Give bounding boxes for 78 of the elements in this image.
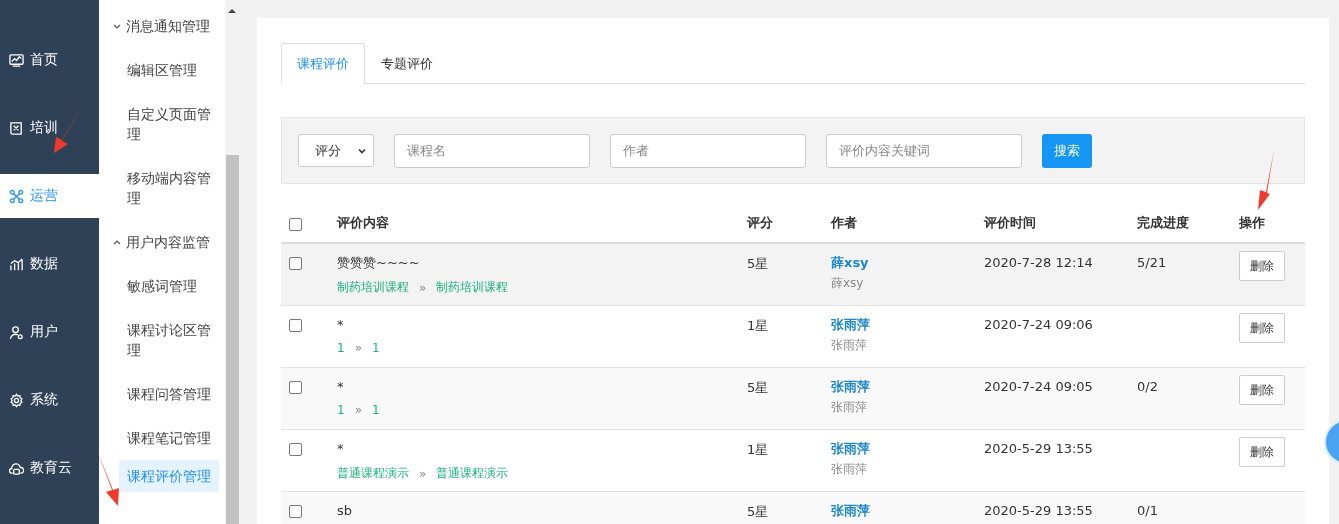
review-time: 2020-7-28 12:14 [984,255,1093,270]
chart-icon [9,256,24,272]
delete-button[interactable]: 删除 [1239,437,1285,467]
delete-button[interactable]: 删除 [1239,251,1285,281]
author-field[interactable]: 作者 [610,133,806,168]
author-name: 张雨萍 [831,337,868,354]
column-header: 评价时间 [984,215,1036,230]
nav-item[interactable]: 运营 [0,174,99,218]
column-header: 评价内容 [337,215,389,230]
rating-text: 5星 [747,256,769,271]
user-icon [9,324,24,340]
nav-item[interactable]: 系统 [0,378,99,422]
nav-item[interactable]: 首页 [0,38,99,82]
submenu-item[interactable]: 课程问答管理 [99,372,225,416]
monitor-icon [9,52,24,68]
author-link[interactable]: 张雨萍 [831,317,870,333]
row-checkbox[interactable] [289,505,302,518]
row-checkbox[interactable] [289,319,302,332]
scrollbar-thumb[interactable] [226,155,239,524]
keyword-field[interactable]: 评价内容关键词 [826,133,1022,168]
author-link[interactable]: 张雨萍 [831,441,870,457]
column-header: 操作 [1239,215,1265,230]
author-name: 薛xsy [831,275,865,292]
delete-button[interactable]: 删除 [1239,313,1285,343]
submenu-item[interactable]: 课程讨论区管理 [99,308,225,372]
breadcrumb-separator: » [419,280,427,295]
submenu-group[interactable]: 用户内容监管 [99,220,225,264]
breadcrumb-separator: » [419,466,427,481]
nav-item[interactable]: 教育云 [0,446,99,490]
rating-text: 5星 [747,380,769,395]
submenu-item[interactable]: 自定义页面管理 [99,92,225,156]
nav-item[interactable]: 培训 [0,106,99,150]
submenu-group[interactable]: 消息通知管理 [99,4,225,48]
breadcrumb-separator: » [354,403,362,417]
review-time: 2020-5-29 13:55 [984,503,1093,518]
progress-text: 0/2 [1137,379,1158,394]
progress-text: 5/21 [1137,255,1167,270]
review-time: 2020-7-24 09:06 [984,317,1093,332]
nav-item[interactable]: 数据 [0,242,99,286]
author-link[interactable]: 张雨萍 [831,379,870,395]
author-name: 张雨萍 [831,461,868,478]
submenu-item[interactable]: 移动端内容管理 [99,156,225,220]
scroll-up-icon[interactable] [228,8,236,14]
select-all-checkbox[interactable] [289,217,302,231]
rating-text: 1星 [747,442,769,457]
submenu-item[interactable]: 课程笔记管理 [99,416,225,460]
rating-text: 5星 [747,504,769,519]
course-name-field[interactable]: 课程名 [394,133,590,168]
rating-text: 1星 [747,318,769,333]
comment-text: sb [337,503,354,519]
author-link[interactable]: 薛xsy [831,255,869,271]
author-link[interactable]: 张雨萍 [831,503,870,519]
review-time: 2020-5-29 13:55 [984,441,1093,456]
review-time: 2020-7-24 09:05 [984,379,1093,394]
column-header: 作者 [831,215,857,230]
comment-text: * [337,379,345,395]
row-checkbox[interactable] [289,443,302,456]
progress-text: 0/1 [1137,503,1158,518]
column-header: 完成进度 [1137,215,1189,230]
cloud-icon [9,460,24,476]
nodes-icon [9,188,24,204]
comment-text: * [337,317,345,333]
nav-item[interactable]: 用户 [0,310,99,354]
book-icon [9,120,24,136]
submenu-item[interactable]: 编辑区管理 [99,48,225,92]
comment-text: * [337,441,345,457]
comment-text: 赞赞赞~~~~ [337,255,421,271]
tab[interactable]: 专题评价 [365,43,449,83]
tab[interactable]: 课程评价 [281,43,365,84]
settings-icon [9,392,24,408]
rating-select[interactable]: 评分 [298,134,374,167]
row-checkbox[interactable] [289,381,302,394]
submenu-item[interactable]: 敏感词管理 [99,264,225,308]
row-checkbox[interactable] [289,257,302,270]
delete-button[interactable]: 删除 [1239,375,1285,405]
breadcrumb-separator: » [354,341,362,355]
column-header: 评分 [747,215,773,230]
author-name: 张雨萍 [831,399,868,416]
